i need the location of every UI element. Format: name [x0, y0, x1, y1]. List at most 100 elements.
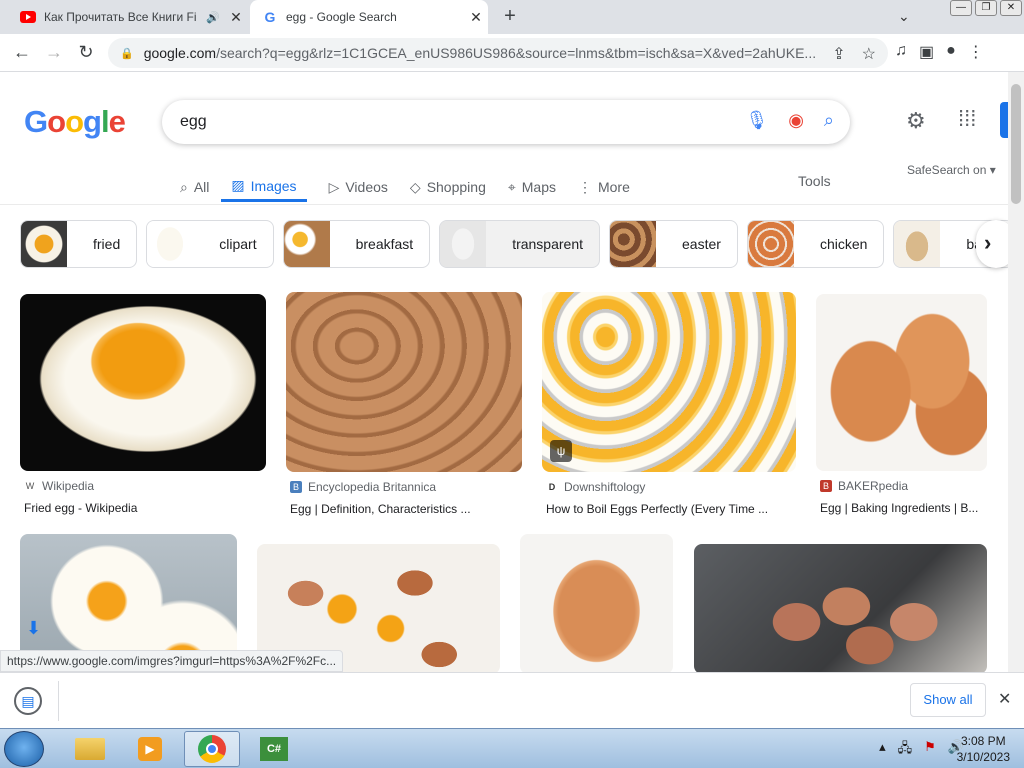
- side-panel-icon[interactable]: ▣: [919, 42, 934, 62]
- search-input[interactable]: egg 🎙 ◉ ⌕: [162, 100, 850, 144]
- network-icon[interactable]: 🖧: [898, 739, 913, 761]
- chip-chicken[interactable]: chicken: [746, 220, 885, 268]
- close-tab-icon[interactable]: ✕: [464, 9, 488, 26]
- close-window-button[interactable]: ✕: [1000, 0, 1022, 16]
- more-vert-icon: ⋮: [577, 178, 592, 195]
- source-name: Downshiftology: [564, 480, 646, 494]
- close-tab-icon[interactable]: ✕: [224, 9, 248, 26]
- tab-label: More: [597, 179, 630, 195]
- image-result[interactable]: [694, 544, 987, 672]
- play-icon: ▷: [328, 178, 340, 195]
- tab-shopping[interactable]: ◇ Shopping: [410, 172, 486, 202]
- tab-images[interactable]: ▨ Images: [221, 172, 307, 202]
- audio-icon[interactable]: 🔊: [206, 11, 220, 24]
- maximize-button[interactable]: ❐: [975, 0, 997, 16]
- chip-breakfast[interactable]: breakfast: [282, 220, 431, 268]
- lock-icon[interactable]: 🔒: [120, 47, 134, 60]
- close-download-shelf-icon[interactable]: ✕: [998, 689, 1011, 709]
- divider: [58, 681, 59, 721]
- tab-all[interactable]: ⌕ All: [180, 172, 209, 202]
- sign-in-button[interactable]: [1000, 102, 1008, 138]
- tab-maps[interactable]: ⌖ Maps: [508, 172, 556, 202]
- url-field[interactable]: 🔒 google.com/search?q=egg&rlz=1C1GCEA_en…: [108, 38, 888, 68]
- share-icon[interactable]: ⇪: [832, 44, 845, 64]
- link-status-bubble: https://www.google.com/imgres?imgurl=htt…: [0, 650, 344, 672]
- omnibox-actions: ⇪ ☆: [832, 44, 876, 64]
- tools-button[interactable]: Tools: [798, 173, 831, 189]
- search-nav-tabs: ⌕ All ▨ Images ▷ Videos ◇ Shopping ⌖ Maps ⋮ Mo…: [180, 172, 652, 204]
- result-source[interactable]: B BAKERpedia: [816, 479, 987, 493]
- image-result[interactable]: ψ D Downshiftology How to Boil Eggs Perfe…: [542, 292, 796, 516]
- scrollbar-thumb[interactable]: [1011, 84, 1021, 204]
- menu-kebab-icon[interactable]: ⋮: [968, 42, 984, 62]
- apps-grid-icon[interactable]: ⁞⁞⁞: [958, 106, 976, 132]
- show-all-downloads-button[interactable]: Show all: [910, 683, 986, 717]
- download-shelf: ▤ Show all ✕: [0, 672, 1024, 728]
- action-center-flag-icon[interactable]: ⚑: [924, 739, 936, 761]
- image-result[interactable]: B Encyclopedia Britannica Egg | Definitio…: [286, 292, 522, 516]
- chip-label: easter: [682, 236, 721, 252]
- tab-videos[interactable]: ▷ Videos: [329, 172, 388, 202]
- bookmark-star-icon[interactable]: ☆: [862, 44, 876, 64]
- page-scrollbar[interactable]: [1008, 72, 1024, 672]
- search-icon[interactable]: ⌕: [824, 110, 834, 131]
- image-icon: ▨: [231, 177, 245, 193]
- chip-easter[interactable]: easter: [609, 220, 738, 268]
- youtube-icon: [20, 11, 36, 23]
- chip-thumbnail: [894, 221, 941, 267]
- tab-search-chevron-icon[interactable]: ⌄: [898, 8, 910, 25]
- media-control-icon[interactable]: ♫: [895, 42, 907, 62]
- result-title[interactable]: Fried egg - Wikipedia: [20, 501, 266, 515]
- explorer-taskbar-button[interactable]: [62, 731, 118, 767]
- new-tab-button[interactable]: +: [498, 5, 522, 28]
- tab-strip: Как Прочитать Все Книги Fi 🔊 ✕ G egg - G…: [0, 0, 1024, 34]
- source-name: BAKERpedia: [838, 479, 909, 493]
- result-title[interactable]: How to Boil Eggs Perfectly (Every Time .…: [542, 502, 796, 516]
- result-title[interactable]: Egg | Baking Ingredients | B...: [816, 501, 987, 515]
- minimize-button[interactable]: —: [950, 0, 972, 16]
- tab-title: egg - Google Search: [286, 10, 397, 24]
- csharp-taskbar-button[interactable]: C#: [246, 731, 302, 767]
- back-button[interactable]: ←: [10, 42, 34, 63]
- safesearch-toggle[interactable]: SafeSearch on ▾: [907, 163, 996, 177]
- profile-avatar-icon[interactable]: ●: [946, 42, 956, 62]
- chrome-taskbar-button[interactable]: [184, 731, 240, 767]
- csharp-icon: C#: [260, 737, 288, 761]
- result-source[interactable]: W Wikipedia: [20, 479, 266, 493]
- result-source[interactable]: B Encyclopedia Britannica: [286, 480, 522, 494]
- result-thumbnail[interactable]: ψ: [542, 292, 796, 472]
- chip-fried[interactable]: fried: [20, 220, 138, 268]
- image-result[interactable]: W Wikipedia Fried egg - Wikipedia: [20, 294, 266, 515]
- image-result[interactable]: [520, 534, 673, 672]
- camera-lens-icon[interactable]: ◉: [788, 110, 804, 131]
- pin-icon: ⌖: [507, 178, 516, 195]
- result-title[interactable]: Egg | Definition, Characteristics ...: [286, 502, 522, 516]
- related-search-chips: fried clipart breakfast transparent east…: [20, 220, 1008, 268]
- google-logo[interactable]: Google: [24, 104, 126, 140]
- media-player-taskbar-button[interactable]: ▶: [122, 731, 178, 767]
- show-hidden-icons-icon[interactable]: ▴: [879, 739, 886, 761]
- chip-thumbnail: [21, 221, 67, 267]
- url-text: google.com/search?q=egg&rlz=1C1GCEA_enUS…: [143, 45, 817, 61]
- forward-button[interactable]: →: [42, 42, 66, 63]
- tab-label: Videos: [345, 179, 388, 195]
- chips-next-chevron-icon[interactable]: ›: [976, 220, 1008, 268]
- result-thumbnail[interactable]: [694, 544, 987, 672]
- settings-gear-icon[interactable]: ⚙: [906, 108, 926, 134]
- result-thumbnail[interactable]: [286, 292, 522, 472]
- tab-more[interactable]: ⋮ More: [578, 172, 630, 202]
- microphone-icon[interactable]: 🎙: [745, 110, 768, 131]
- result-source[interactable]: D Downshiftology: [542, 480, 796, 494]
- result-thumbnail[interactable]: [816, 294, 987, 471]
- download-item-icon[interactable]: ▤: [14, 687, 42, 715]
- start-button[interactable]: [4, 731, 44, 767]
- tab-google-search[interactable]: G egg - Google Search ✕: [250, 0, 488, 34]
- image-result[interactable]: B BAKERpedia Egg | Baking Ingredients | B…: [816, 294, 987, 515]
- tab-youtube[interactable]: Как Прочитать Все Книги Fi 🔊 ✕: [0, 0, 248, 34]
- result-thumbnail[interactable]: [20, 294, 266, 471]
- chip-transparent[interactable]: transparent: [439, 220, 601, 268]
- result-thumbnail[interactable]: [520, 534, 673, 672]
- reload-button[interactable]: ↻: [74, 42, 98, 63]
- chip-clipart[interactable]: clipart: [146, 220, 274, 268]
- system-clock[interactable]: 3:08 PM 3/10/2023: [957, 733, 1010, 765]
